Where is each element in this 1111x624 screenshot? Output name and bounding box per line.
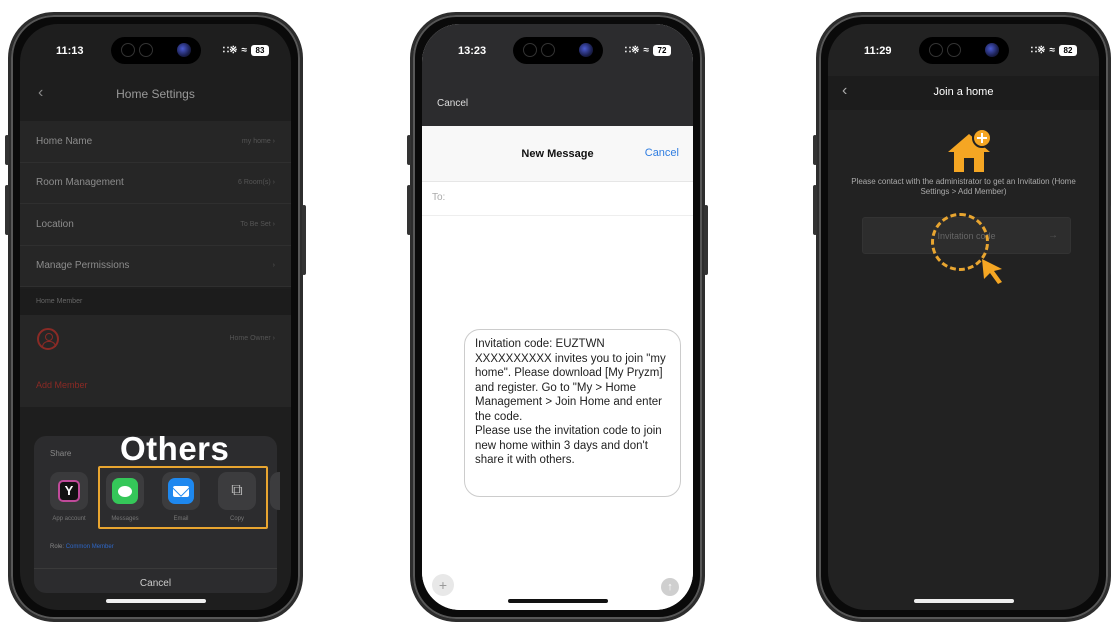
dynamic-island	[512, 37, 603, 64]
home-member-section: Home Owner › Add Member	[20, 315, 291, 407]
join-instruction: Please contact with the administrator to…	[851, 177, 1076, 196]
screen: 11:29 ∷※ ≈ 82 ‹ Join a home Please conta…	[828, 24, 1099, 610]
to-label: To:	[432, 192, 446, 203]
compose-title: New Message	[521, 147, 594, 160]
side-button	[407, 185, 411, 235]
home-indicator	[507, 599, 608, 603]
share-app-account[interactable]: Y App account	[46, 472, 92, 522]
pointer-cursor-icon	[982, 259, 1002, 284]
status-time: 13:23	[458, 45, 487, 57]
chevron-right-icon: ›	[272, 262, 275, 270]
wifi-icon: ≈	[241, 45, 248, 56]
side-button	[704, 205, 708, 275]
send-arrow-icon[interactable]: ↑	[661, 578, 679, 596]
role-line: Role: Common Member	[50, 544, 114, 550]
arrow-right-icon: →	[1048, 230, 1058, 241]
member-role[interactable]: Home Owner ›	[229, 335, 275, 342]
add-member-button[interactable]: Add Member	[36, 380, 88, 390]
section-header-home-member: Home Member	[20, 289, 291, 315]
dynamic-island	[918, 37, 1009, 64]
page-title: Join a home	[933, 86, 994, 98]
others-annotation: Others	[120, 430, 230, 467]
share-app-label: App account	[52, 516, 86, 522]
settings-row-location[interactable]: Location To Be Set ›	[20, 204, 291, 246]
battery-icon: 83	[251, 45, 269, 56]
settings-value: 6 Room(s) ›	[238, 179, 275, 187]
dynamic-island	[110, 37, 201, 64]
settings-label: Location	[36, 218, 74, 230]
others-highlight-box	[98, 466, 268, 529]
app-logo-icon: Y	[50, 472, 88, 510]
add-home-icon	[948, 128, 992, 172]
signal-icon: ∷※	[222, 45, 238, 56]
phone-home-settings: 11:13 ∷※ ≈ 83 ‹ Home Settings Home Name …	[5, 12, 306, 622]
recipient-field[interactable]: To:	[422, 182, 693, 216]
wifi-icon: ≈	[1049, 45, 1056, 56]
status-icons: ∷※ ≈ 82	[1031, 45, 1077, 56]
status-time: 11:13	[56, 45, 84, 57]
settings-row-home-name[interactable]: Home Name my home ›	[20, 121, 291, 163]
screen: 11:13 ∷※ ≈ 83 ‹ Home Settings Home Name …	[20, 24, 291, 610]
settings-label: Home Name	[36, 135, 93, 147]
screen: 13:23 ∷※ ≈ 72 Cancel New Message Cancel …	[422, 24, 693, 610]
background-cancel-button[interactable]: Cancel	[437, 98, 468, 109]
compose-header: New Message Cancel	[422, 126, 693, 182]
side-button	[5, 185, 9, 235]
battery-icon: 82	[1059, 45, 1077, 56]
nav-bar: ‹ Home Settings	[20, 76, 291, 116]
role-link[interactable]: Common Member	[66, 544, 114, 550]
settings-label: Manage Permissions	[36, 260, 130, 272]
side-button	[813, 135, 817, 165]
cancel-button[interactable]: Cancel	[645, 147, 679, 159]
settings-value: my home ›	[241, 137, 275, 145]
side-button	[407, 135, 411, 165]
side-button	[813, 185, 817, 235]
page-title: Home Settings	[116, 87, 195, 101]
settings-list: Home Name my home › Room Management 6 Ro…	[20, 121, 291, 287]
user-avatar-icon	[37, 328, 59, 350]
nav-bar: ‹ Join a home	[828, 76, 1099, 110]
status-time: 11:29	[864, 45, 892, 57]
settings-row-room-management[interactable]: Room Management 6 Room(s) ›	[20, 163, 291, 204]
battery-icon: 72	[653, 45, 671, 56]
share-title: Share	[50, 449, 72, 458]
phone-join-home: 11:29 ∷※ ≈ 82 ‹ Join a home Please conta…	[813, 12, 1111, 622]
share-sheet: Share Others Y App account Messages Emai…	[34, 430, 280, 593]
signal-icon: ∷※	[1030, 45, 1046, 56]
settings-label: Room Management	[36, 177, 124, 189]
wifi-icon: ≈	[643, 45, 650, 56]
phone-new-message: 13:23 ∷※ ≈ 72 Cancel New Message Cancel …	[407, 12, 708, 622]
home-indicator	[105, 599, 206, 603]
plus-icon[interactable]: +	[432, 574, 454, 596]
side-button	[5, 135, 9, 165]
home-indicator	[913, 599, 1014, 603]
settings-value: To Be Set ›	[240, 220, 275, 228]
side-button	[302, 205, 306, 275]
status-icons: ∷※ ≈ 83	[223, 45, 269, 56]
message-text-field[interactable]: Invitation code: EUZTWN XXXXXXXXXX invit…	[464, 329, 681, 497]
settings-row-manage-permissions[interactable]: Manage Permissions ›	[20, 246, 291, 287]
status-icons: ∷※ ≈ 72	[625, 45, 671, 56]
signal-icon: ∷※	[624, 45, 640, 56]
cancel-button[interactable]: Cancel	[34, 568, 277, 589]
share-more-tile[interactable]	[270, 472, 280, 510]
